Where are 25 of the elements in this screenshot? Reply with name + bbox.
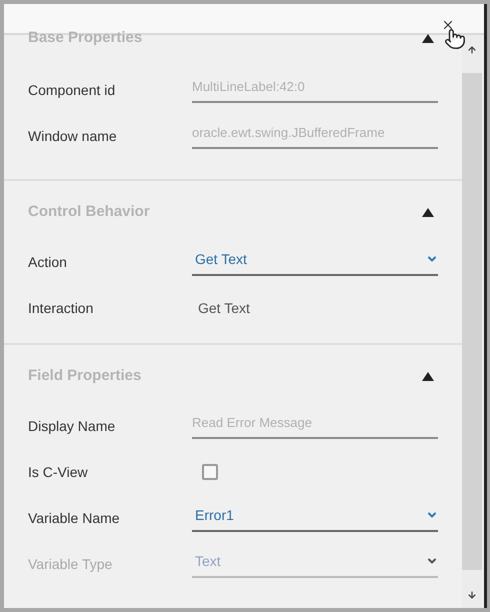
text-field[interactable]: MultiLineLabel:42:0 (192, 77, 438, 103)
field-label: Component id (28, 80, 116, 100)
field-label: Is C-View (28, 462, 89, 482)
checkbox[interactable] (202, 464, 218, 480)
field-label: Action (28, 252, 68, 272)
hand-cursor-icon (444, 28, 466, 50)
field-label: Variable Name (28, 508, 121, 528)
scroll-up-icon[interactable] (467, 45, 477, 55)
section-title: Field Properties (28, 366, 142, 386)
text-field[interactable]: Read Error Message (192, 413, 438, 439)
collapse-icon[interactable] (422, 372, 434, 380)
section-title: Control Behavior (28, 202, 150, 222)
field-label: Display Name (28, 416, 116, 436)
collapse-icon[interactable] (422, 34, 434, 42)
field-label: Variable Type (28, 554, 114, 574)
field-label: Interaction (28, 298, 94, 318)
collapse-icon[interactable] (422, 208, 434, 216)
scroll-down-icon[interactable] (467, 590, 477, 600)
section-title: Base Properties (28, 28, 142, 48)
field-label: Window name (28, 126, 118, 146)
dropdown[interactable]: Get Text (192, 248, 438, 276)
interaction-value: Get Text (197, 298, 250, 318)
dropdown[interactable]: Error1 (192, 504, 438, 532)
text-field[interactable]: oracle.ewt.swing.JBufferedFrame (192, 123, 438, 149)
close-icon[interactable] (441, 18, 455, 32)
